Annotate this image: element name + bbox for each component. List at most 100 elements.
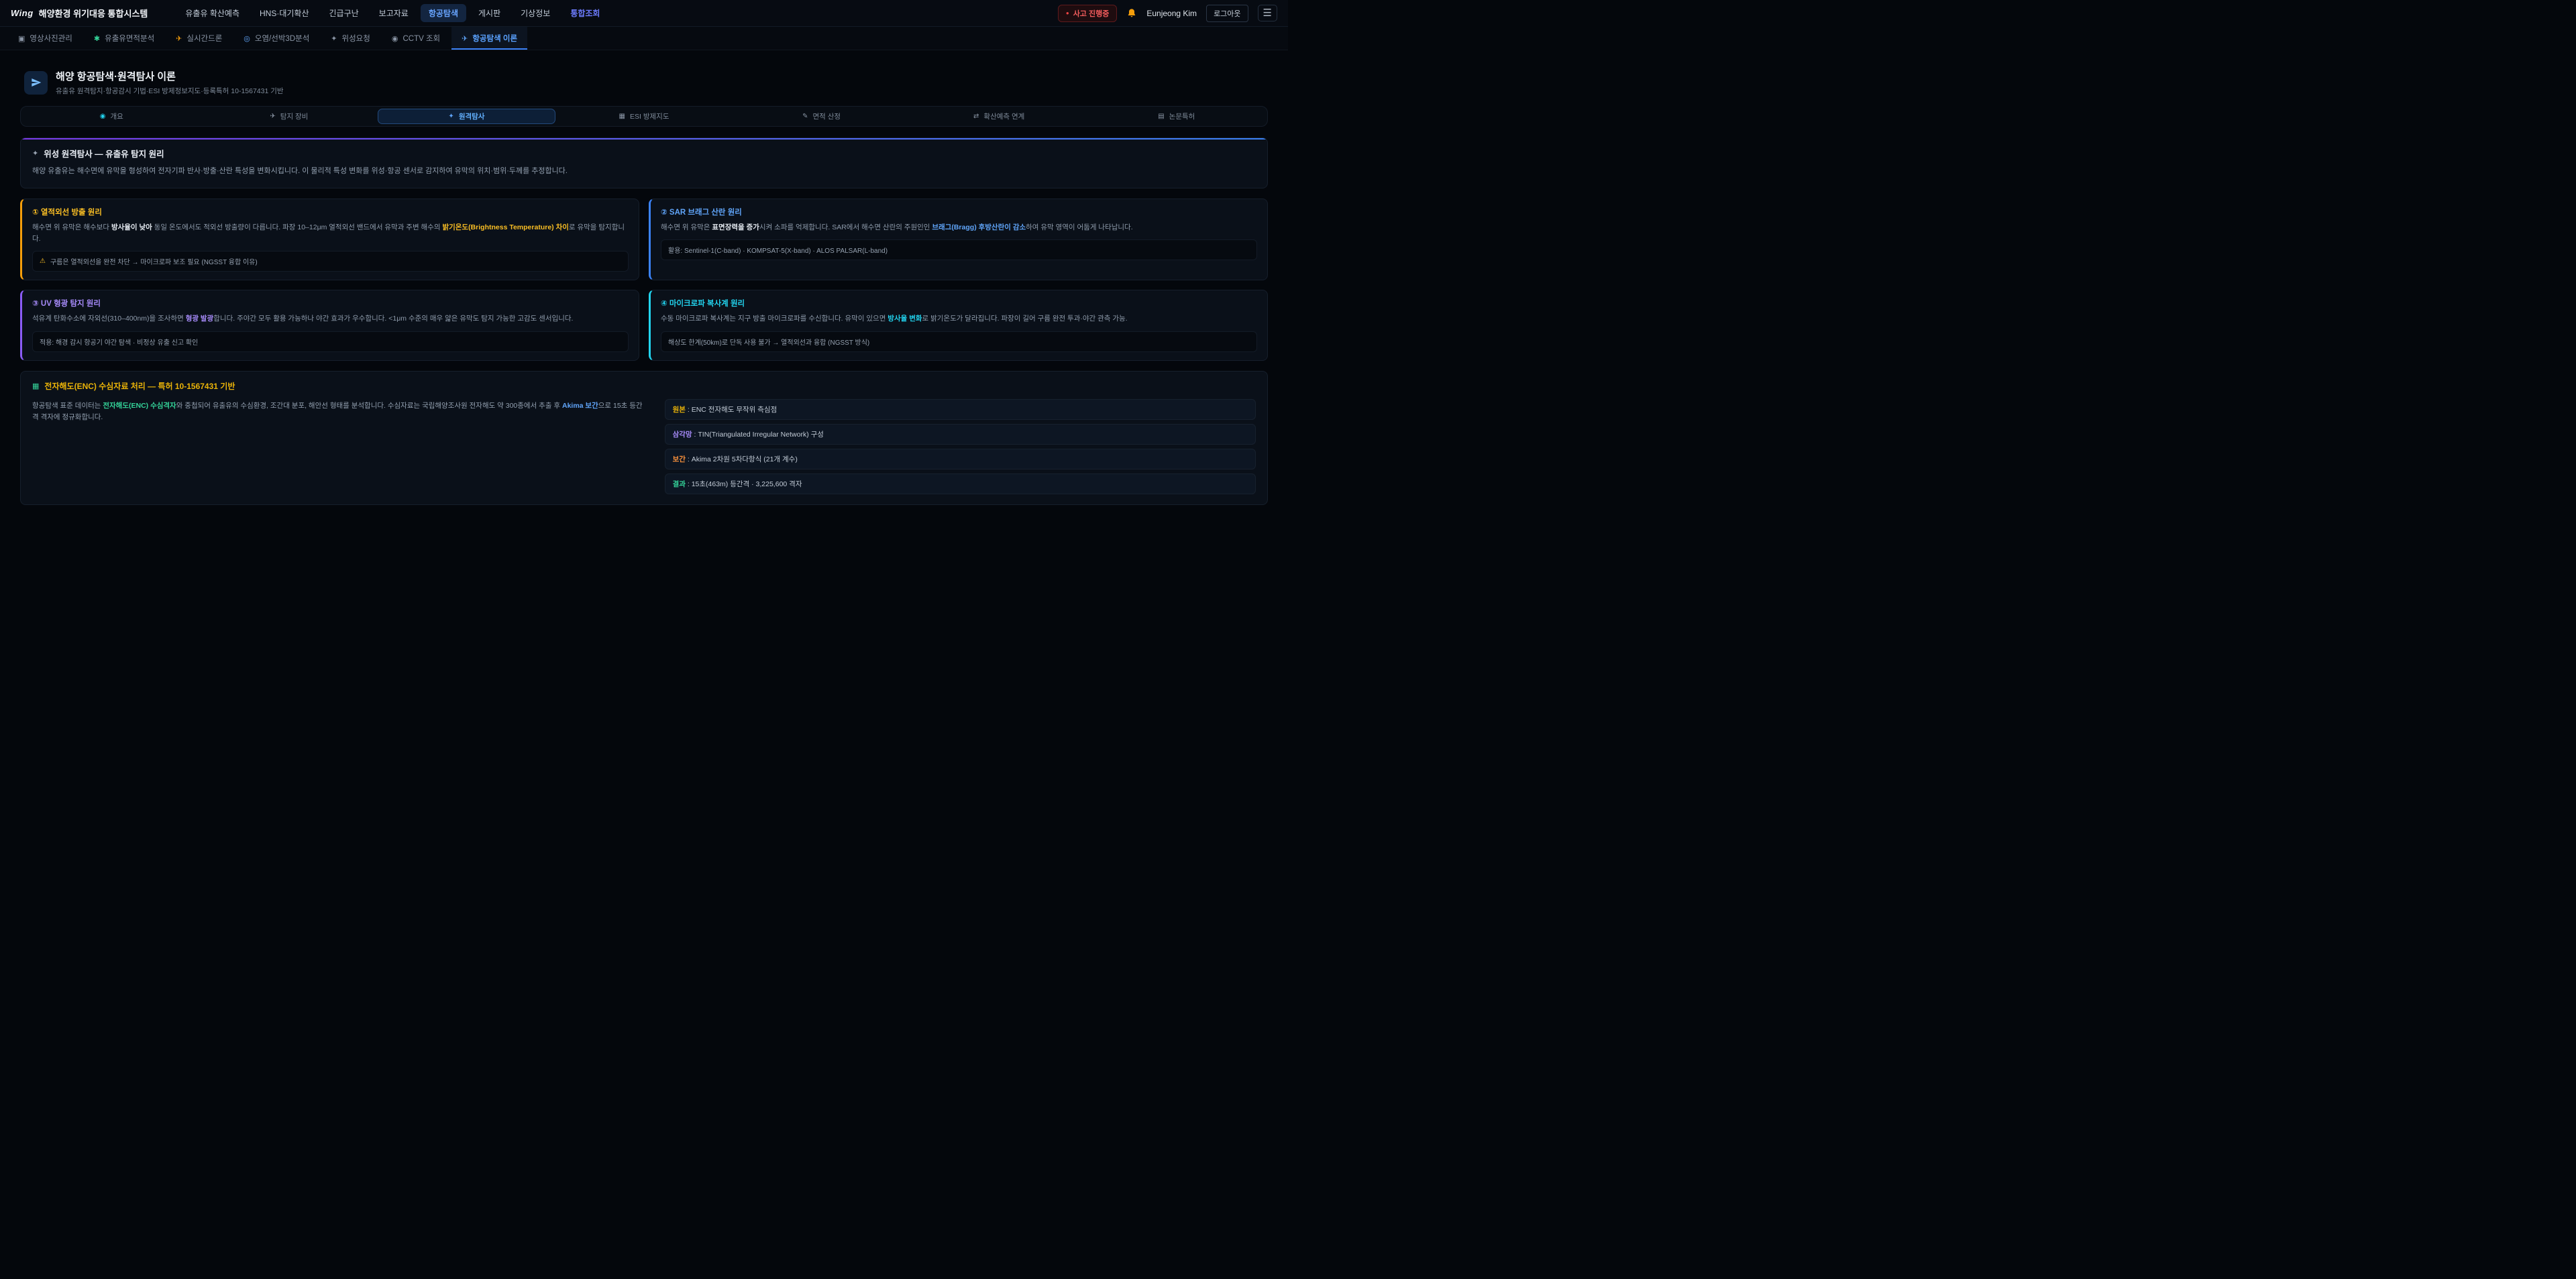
note-text: 적용: 해경 감시 항공기 야간 탐색 · 비정상 유출 신고 확인 [40, 337, 198, 347]
incident-dot-icon: ● [1066, 10, 1069, 16]
globe-icon: ◉ [100, 113, 106, 120]
tab-detection-equipment[interactable]: ✈ 탐지 장비 [201, 109, 378, 124]
subnav-item-pollution-ship-3d[interactable]: ◎ 오염/선박3D분석 [233, 27, 319, 50]
tab-remote-sensing[interactable]: ✦ 원격탐사 [378, 109, 555, 124]
note-text: 활용: Sentinel-1(C-band) · KOMPSAT-5(X-ban… [668, 245, 888, 255]
enc-step-row-tin: 삼각망 : TIN(Triangulated Irregular Network… [665, 424, 1256, 445]
step-label: 결과 [673, 480, 686, 488]
subnav-item-satellite-request[interactable]: ✦ 위성요청 [321, 27, 380, 50]
subnav-item-image-photo-management[interactable]: ▣ 영상사진관리 [8, 27, 83, 50]
magnifier-icon: ◎ [244, 34, 250, 43]
subnav-label: 유출유면적분석 [105, 33, 154, 44]
principle-card-body: 해수면 위 유막은 해수보다 방사율이 낮아 동일 온도에서도 적외선 방출량이… [32, 222, 629, 245]
incident-status-label: 사고 진행중 [1073, 8, 1110, 19]
page-header: 해양 항공탐색·원격탐사 이론 유출유 원격탐지·항공감시 기법·ESI 방제정… [24, 69, 1264, 96]
tab-esi-response-map[interactable]: ▦ ESI 방제지도 [555, 109, 733, 124]
principle-cards-grid: ① 열적외선 방출 원리 해수면 위 유막은 해수보다 방사율이 낮아 동일 온… [20, 199, 1268, 361]
tab-diffusion-prediction-link[interactable]: ⇄ 확산예측 연계 [910, 109, 1088, 124]
main-menu: 유출유 확산예측 HNS·대기확산 긴급구난 보고자료 항공탐색 게시판 기상정… [177, 4, 608, 22]
step-label: 보간 [673, 455, 686, 463]
image-icon: ▣ [18, 34, 25, 43]
pencil-icon: ✎ [802, 113, 808, 120]
principle-card-title: ① 열적외선 방출 원리 [32, 207, 629, 217]
page-subtitle: 유출유 원격탐지·항공감시 기법·ESI 방제정보지도·등록특허 10-1567… [56, 86, 284, 96]
tab-label: ESI 방제지도 [630, 111, 669, 121]
tab-papers-patents[interactable]: ▤ 논문특허 [1087, 109, 1265, 124]
tab-label: 개요 [110, 111, 123, 121]
principle-card-note: 적용: 해경 감시 항공기 야간 탐색 · 비정상 유출 신고 확인 [32, 331, 629, 352]
page-header-text: 해양 항공탐색·원격탐사 이론 유출유 원격탐지·항공감시 기법·ESI 방제정… [56, 69, 284, 96]
tab-label: 확산예측 연계 [983, 111, 1024, 121]
tab-label: 논문특허 [1169, 111, 1195, 121]
app-title: 해양환경 위기대응 통합시스템 [39, 7, 148, 19]
subnav-label: 항공탐색 이론 [472, 33, 517, 44]
topnav-right-cluster: ● 사고 진행중 Eunjeong Kim 로그아웃 ☰ [1058, 5, 1277, 22]
drone-icon: ✈ [176, 34, 182, 43]
principle-card-note: 활용: Sentinel-1(C-band) · KOMPSAT-5(X-ban… [661, 239, 1257, 260]
section-title: ✦ 위성 원격탐사 — 유출유 탐지 원리 [32, 147, 1256, 160]
subnav-item-realtime-drone[interactable]: ✈ 실시간드론 [166, 27, 232, 50]
brand: Wing 해양환경 위기대응 통합시스템 [11, 7, 148, 19]
nav-item-reports[interactable]: 보고자료 [371, 4, 417, 22]
enc-section-title: ▦ 전자해도(ENC) 수심자료 처리 — 특허 10-1567431 기반 [32, 380, 1256, 392]
top-navigation-bar: Wing 해양환경 위기대응 통합시스템 유출유 확산예측 HNS·대기확산 긴… [0, 0, 1288, 27]
subnav-label: 영상사진관리 [30, 33, 72, 44]
enc-depth-data-section: ▦ 전자해도(ENC) 수심자료 처리 — 특허 10-1567431 기반 항… [20, 371, 1268, 505]
principle-card-title: ④ 마이크로파 복사계 원리 [661, 298, 1257, 309]
principle-card-note: 해상도 한계(50km)로 단독 사용 불가 → 열적외선과 융합 (NGSST… [661, 331, 1257, 352]
nav-item-emergency-rescue[interactable]: 긴급구난 [321, 4, 367, 22]
principle-card-title: ③ UV 형광 탐지 원리 [32, 298, 629, 309]
nav-item-weather-info[interactable]: 기상정보 [513, 4, 558, 22]
nav-item-oil-spill-prediction[interactable]: 유출유 확산예측 [177, 4, 248, 22]
enc-title-text: 전자해도(ENC) 수심자료 처리 — 특허 10-1567431 기반 [44, 380, 235, 392]
incident-status-badge[interactable]: ● 사고 진행중 [1058, 5, 1118, 22]
satellite-icon: ✦ [331, 34, 337, 43]
enc-step-row-result: 결과 : 15초(463m) 등간격 · 3,225,600 격자 [665, 474, 1256, 494]
principle-card-body: 해수면 위 유막은 표면장력을 증가시켜 소파를 억제합니다. SAR에서 해수… [661, 222, 1257, 233]
step-text: : TIN(Triangulated Irregular Network) 구성 [692, 431, 824, 439]
note-text: 구름은 열적외선을 완전 차단 → 마이크로파 보조 필요 (NGSST 융합 … [50, 256, 258, 266]
principle-card-note: ⚠ 구름은 열적외선을 완전 차단 → 마이크로파 보조 필요 (NGSST 융… [32, 251, 629, 272]
satellite-icon: ✦ [448, 113, 453, 120]
subnav-item-cctv-view[interactable]: ◉ CCTV 조회 [382, 27, 450, 50]
step-label: 원본 [673, 406, 686, 414]
nav-item-board[interactable]: 게시판 [470, 4, 508, 22]
tab-label: 면적 산정 [813, 111, 841, 121]
subnav-item-oil-area-analysis[interactable]: ✱ 유출유면적분석 [84, 27, 164, 50]
enc-content: 항공탐색 표준 데이터는 전자해도(ENC) 수심격자와 중첩되어 유출유의 수… [32, 399, 1256, 494]
camera-icon: ◉ [392, 34, 398, 43]
principle-card-body: 수동 마이크로파 복사계는 지구 방출 마이크로파를 수신합니다. 유막이 있으… [661, 313, 1257, 325]
warning-icon: ⚠ [40, 258, 46, 265]
enc-step-list: 원본 : ENC 전자해도 무작위 측심점 삼각망 : TIN(Triangul… [665, 399, 1256, 494]
plane-icon: ✈ [462, 34, 468, 43]
section-title-text: 위성 원격탐사 — 유출유 탐지 원리 [44, 147, 164, 160]
user-name: Eunjeong Kim [1146, 9, 1197, 18]
subnav-label: 위성요청 [342, 33, 370, 44]
theory-tab-bar: ◉ 개요 ✈ 탐지 장비 ✦ 원격탐사 ▦ ESI 방제지도 ✎ 면적 산정 ⇄… [20, 106, 1268, 127]
nav-item-aerial-search[interactable]: 항공탐색 [421, 4, 466, 22]
logout-button[interactable]: 로그아웃 [1206, 5, 1248, 22]
enc-step-row-source: 원본 : ENC 전자해도 무작위 측심점 [665, 399, 1256, 420]
tab-label: 탐지 장비 [280, 111, 309, 121]
grid-chart-icon: ▦ [32, 382, 39, 390]
enc-step-row-interpolation: 보간 : Akima 2차원 5차다항식 (21개 계수) [665, 449, 1256, 469]
principle-card-uv-fluorescence: ③ UV 형광 탐지 원리 석유계 탄화수소에 자외선(310–400nm)을 … [20, 290, 639, 360]
paper-plane-icon [24, 71, 48, 95]
notification-bell-icon[interactable] [1126, 8, 1137, 19]
main-content: 해양 항공탐색·원격탐사 이론 유출유 원격탐지·항공감시 기법·ESI 방제정… [0, 50, 1288, 532]
tab-label: 원격탐사 [459, 111, 485, 121]
subnav-label: CCTV 조회 [402, 33, 440, 44]
remote-sensing-intro-section: ✦ 위성 원격탐사 — 유출유 탐지 원리 해양 유출유는 해수면에 유막을 형… [20, 137, 1268, 188]
hamburger-menu-icon[interactable]: ☰ [1258, 5, 1277, 22]
nav-item-integrated-search[interactable]: 통합조회 [562, 4, 608, 22]
subnav-item-aerial-search-theory[interactable]: ✈ 항공탐색 이론 [451, 27, 527, 50]
principle-card-body: 석유계 탄화수소에 자외선(310–400nm)을 조사하면 형광 발광합니다.… [32, 313, 629, 325]
step-label: 삼각망 [673, 431, 692, 439]
plane-icon: ✈ [270, 113, 275, 120]
subnav-label: 실시간드론 [186, 33, 222, 44]
satellite-icon: ✦ [32, 149, 38, 158]
nav-item-hns-air-diffusion[interactable]: HNS·대기확산 [252, 4, 317, 22]
principle-card-title: ② SAR 브래그 산란 원리 [661, 207, 1257, 217]
tab-overview[interactable]: ◉ 개요 [23, 109, 201, 124]
tab-area-calculation[interactable]: ✎ 면적 산정 [733, 109, 910, 124]
